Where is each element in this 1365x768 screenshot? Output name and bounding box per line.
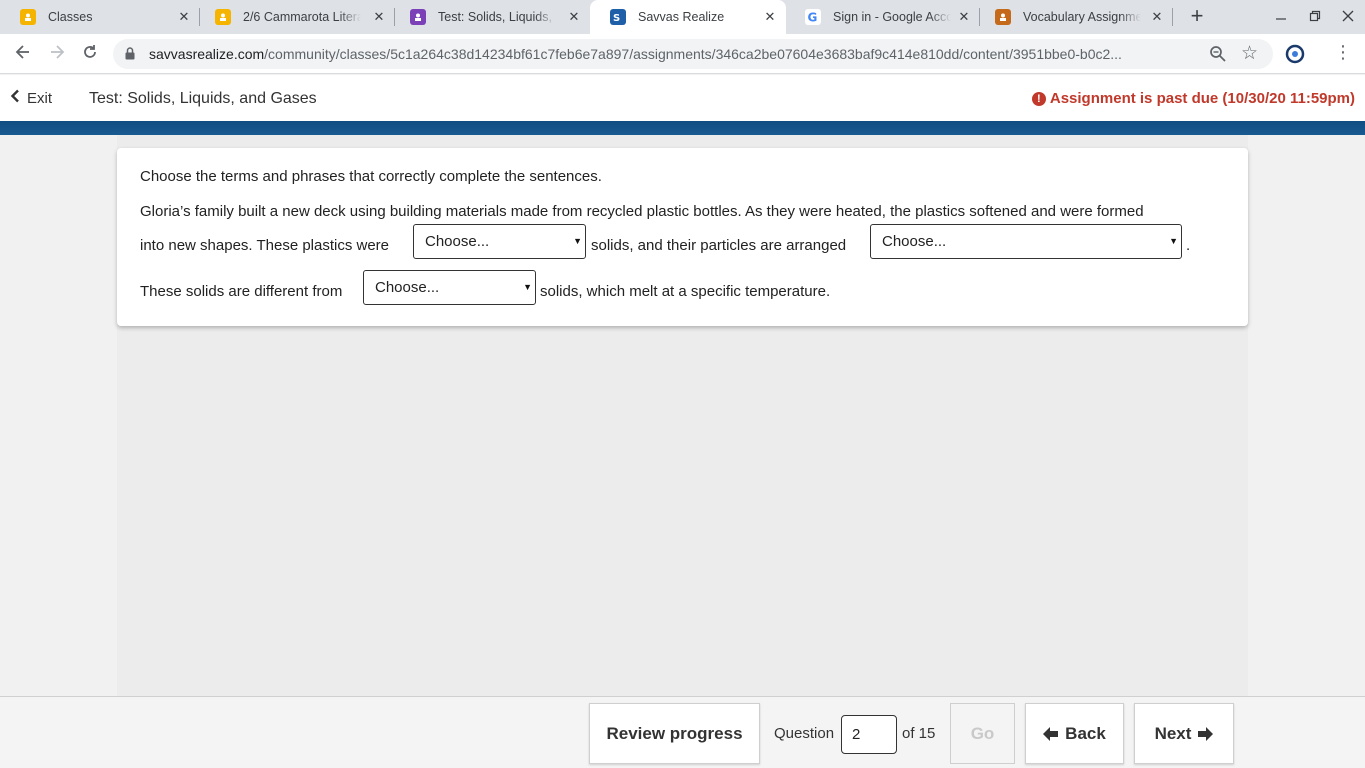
- browser-tab[interactable]: Test: Solids, Liquids, and Gases ✕: [390, 0, 590, 34]
- google-classroom-icon: [20, 9, 36, 25]
- window-close-icon[interactable]: [1337, 6, 1359, 28]
- dropdown-value: Choose...: [425, 233, 490, 250]
- exit-button[interactable]: Exit: [10, 89, 52, 108]
- assessment-footer: Review progress Question 2 of 15 Go Back…: [0, 696, 1365, 768]
- zoom-icon[interactable]: [1209, 45, 1227, 63]
- restore-icon[interactable]: [1304, 6, 1326, 28]
- dropdown-value: Choose...: [375, 279, 440, 296]
- assignment-icon: [410, 9, 426, 25]
- tab-title: Test: Solids, Liquids, and Gases: [438, 10, 556, 24]
- forward-arrow-icon[interactable]: [46, 43, 68, 65]
- tab-title: 2/6 Cammarota Literacy: [243, 10, 361, 24]
- question-instruction: Choose the terms and phrases that correc…: [140, 168, 602, 185]
- close-icon[interactable]: ✕: [176, 9, 192, 25]
- dropdown-value: Choose...: [882, 233, 947, 250]
- close-icon[interactable]: ✕: [956, 9, 972, 25]
- question-text-line2a: into new shapes. These plastics were: [140, 237, 390, 254]
- url-host: savvasrealize.com: [149, 46, 265, 62]
- question-total: of 15: [902, 725, 936, 742]
- past-due-notice: ! Assignment is past due (10/30/20 11:59…: [1031, 90, 1355, 107]
- browser-menu-icon[interactable]: ⋮: [1334, 42, 1352, 63]
- next-button[interactable]: Next: [1134, 703, 1234, 764]
- browser-tab[interactable]: Vocabulary Assignment ✕: [975, 0, 1173, 34]
- arrow-left-icon: [1043, 726, 1059, 741]
- next-label: Next: [1154, 723, 1192, 743]
- url-path: /community/classes/5c1a264c38d14234bf61c…: [264, 46, 1122, 62]
- tab-title: Classes: [48, 10, 93, 24]
- question-number-input[interactable]: 2: [841, 715, 897, 754]
- savvas-icon: S: [610, 9, 626, 25]
- tab-title: Vocabulary Assignment: [1023, 10, 1141, 24]
- url-field[interactable]: savvasrealize.com/community/classes/5c1a…: [113, 39, 1273, 69]
- question-card: Choose the terms and phrases that correc…: [117, 148, 1248, 326]
- question-text-line2b: solids, and their particles are arranged: [591, 237, 847, 254]
- lock-icon: [125, 47, 135, 60]
- chevron-left-icon: [10, 89, 20, 108]
- google-classroom-icon: [215, 9, 231, 25]
- tab-separator: [1172, 8, 1173, 26]
- go-button[interactable]: Go: [950, 703, 1015, 764]
- page-title: Test: Solids, Liquids, and Gases: [89, 90, 317, 107]
- header-accent-bar: [0, 121, 1365, 135]
- close-icon[interactable]: ✕: [371, 9, 387, 25]
- minimize-icon[interactable]: [1270, 6, 1292, 28]
- close-icon[interactable]: ✕: [566, 9, 582, 25]
- term-dropdown-1[interactable]: Choose... ▼: [413, 224, 586, 259]
- browser-tab-strip: Classes ✕ 2/6 Cammarota Literacy ✕ Test:…: [0, 0, 1365, 34]
- assignment-icon: [995, 9, 1011, 25]
- new-tab-button[interactable]: +: [1186, 5, 1208, 28]
- question-text-line3a: These solids are different from: [140, 283, 343, 300]
- tab-title: Sign in - Google Accounts: [833, 10, 951, 24]
- app-header: Exit Test: Solids, Liquids, and Gases ! …: [0, 75, 1365, 123]
- back-button[interactable]: Back: [1025, 703, 1124, 764]
- arrow-right-icon: [1197, 726, 1214, 741]
- dropdown-arrow-icon: ▼: [573, 236, 582, 246]
- past-due-text: Assignment is past due (10/30/20 11:59pm…: [1049, 90, 1355, 107]
- term-dropdown-2[interactable]: Choose... ▼: [870, 224, 1182, 259]
- term-dropdown-3[interactable]: Choose... ▼: [363, 270, 536, 305]
- google-icon: G: [805, 9, 821, 25]
- browser-tab[interactable]: Classes ✕: [0, 0, 200, 34]
- exit-label: Exit: [27, 90, 53, 107]
- question-text-line1: Gloria’s family built a new deck using b…: [140, 203, 1144, 220]
- url-text: savvasrealize.com/community/classes/5c1a…: [149, 46, 1199, 62]
- question-label: Question: [774, 725, 835, 742]
- dropdown-arrow-icon: ▼: [1169, 236, 1178, 246]
- alert-icon: !: [1031, 91, 1046, 106]
- question-text-period: .: [1186, 237, 1191, 254]
- back-label: Back: [1065, 723, 1106, 743]
- back-arrow-icon[interactable]: [12, 43, 34, 65]
- question-text-line3b: solids, which melt at a specific tempera…: [540, 283, 831, 300]
- browser-tab[interactable]: G Sign in - Google Accounts ✕: [785, 0, 980, 34]
- review-progress-button[interactable]: Review progress: [589, 703, 760, 764]
- address-bar: savvasrealize.com/community/classes/5c1a…: [0, 34, 1365, 74]
- svg-text:G: G: [808, 11, 818, 25]
- bookmark-star-icon[interactable]: ☆: [1241, 42, 1258, 65]
- close-icon[interactable]: ✕: [1149, 9, 1165, 25]
- svg-text:S: S: [613, 13, 620, 23]
- browser-tab[interactable]: 2/6 Cammarota Literacy ✕: [195, 0, 395, 34]
- extension-icon[interactable]: [1285, 44, 1305, 64]
- tab-title: Savvas Realize: [638, 10, 725, 24]
- close-icon[interactable]: ✕: [762, 9, 778, 25]
- dropdown-arrow-icon: ▼: [523, 282, 532, 292]
- browser-tab-active[interactable]: S Savvas Realize ✕: [590, 0, 786, 34]
- reload-icon[interactable]: [79, 43, 101, 65]
